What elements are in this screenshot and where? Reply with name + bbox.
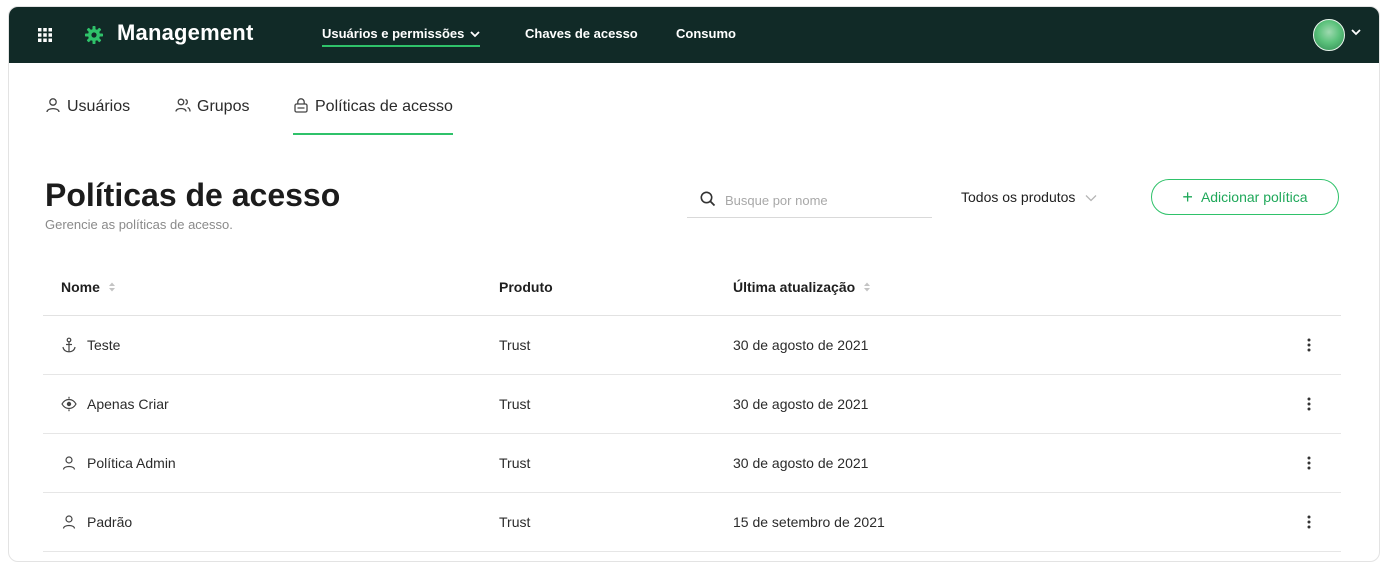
table-row[interactable]: Padrão Trust 15 de setembro de 2021 xyxy=(43,493,1341,552)
updated-date-cell: 15 de setembro de 2021 xyxy=(733,514,885,530)
tab-users-label: Usuários xyxy=(67,98,131,115)
nav-consumption[interactable]: Consumo xyxy=(676,26,736,41)
policies-table: Nome Produto Última atualização Teste Tr… xyxy=(43,257,1341,552)
policy-name-cell: Padrão xyxy=(61,514,132,530)
product-filter-label: Todos os produtos xyxy=(961,189,1076,205)
apps-grid-icon[interactable] xyxy=(37,27,53,43)
column-name-label: Nome xyxy=(61,279,100,295)
anchor-icon xyxy=(62,337,76,353)
table-header: Nome Produto Última atualização xyxy=(43,257,1341,316)
search-field xyxy=(687,183,932,218)
policy-name: Apenas Criar xyxy=(87,396,169,412)
updated-date-cell: 30 de agosto de 2021 xyxy=(733,337,869,353)
top-navigation-bar: Management Usuários e permissões Chaves … xyxy=(9,7,1379,63)
page-title: Políticas de acesso xyxy=(45,177,341,213)
column-header-product: Produto xyxy=(499,279,553,295)
table-row[interactable]: Teste Trust 30 de agosto de 2021 xyxy=(43,316,1341,375)
product-cell: Trust xyxy=(499,337,531,353)
updated-date-cell: 30 de agosto de 2021 xyxy=(733,455,869,471)
product-cell: Trust xyxy=(499,396,531,412)
sort-icon xyxy=(108,282,115,292)
more-options-icon[interactable] xyxy=(1301,454,1317,472)
column-updated-label: Última atualização xyxy=(733,279,856,295)
tab-users[interactable]: Usuários xyxy=(45,97,130,133)
nav-users-permissions[interactable]: Usuários e permissões xyxy=(322,26,481,47)
user-icon xyxy=(62,456,76,470)
product-filter-dropdown[interactable]: Todos os produtos xyxy=(961,189,1097,205)
tab-groups-label: Grupos xyxy=(197,98,250,115)
tab-access-policies[interactable]: Políticas de acesso xyxy=(293,97,453,135)
column-header-name[interactable]: Nome xyxy=(61,279,116,295)
gear-icon xyxy=(85,26,103,44)
app-brand-title: Management xyxy=(117,20,254,45)
table-row[interactable]: Apenas Criar Trust 30 de agosto de 2021 xyxy=(43,375,1341,434)
user-icon xyxy=(46,98,60,113)
product-cell: Trust xyxy=(499,455,531,471)
more-options-icon[interactable] xyxy=(1301,336,1317,354)
sort-icon xyxy=(864,282,871,292)
tab-access-policies-label: Políticas de acesso xyxy=(315,98,453,115)
more-options-icon[interactable] xyxy=(1301,395,1317,413)
nav-users-permissions-label: Usuários e permissões xyxy=(322,26,465,41)
policy-name: Teste xyxy=(87,337,121,353)
lock-icon xyxy=(294,98,308,113)
group-icon xyxy=(175,98,191,112)
policy-name-cell: Política Admin xyxy=(61,455,176,471)
more-options-icon[interactable] xyxy=(1301,513,1317,531)
search-input[interactable] xyxy=(725,189,925,211)
page-subtitle: Gerencie as políticas de acesso. xyxy=(45,217,233,232)
product-cell: Trust xyxy=(499,514,531,530)
policy-name-cell: Teste xyxy=(61,337,120,353)
plus-icon: + xyxy=(1182,187,1193,207)
chevron-down-icon xyxy=(470,31,480,38)
policy-name-cell: Apenas Criar xyxy=(61,396,169,412)
tab-groups[interactable]: Grupos xyxy=(175,97,249,133)
updated-date-cell: 30 de agosto de 2021 xyxy=(733,396,869,412)
nav-access-keys[interactable]: Chaves de acesso xyxy=(525,26,638,41)
user-avatar[interactable] xyxy=(1313,19,1345,51)
policy-name: Padrão xyxy=(87,514,133,530)
column-header-updated[interactable]: Última atualização xyxy=(733,279,871,295)
table-row[interactable]: Política Admin Trust 30 de agosto de 202… xyxy=(43,434,1341,493)
add-policy-label: Adicionar política xyxy=(1200,189,1308,205)
chevron-down-icon[interactable] xyxy=(1351,29,1361,36)
app-window: Management Usuários e permissões Chaves … xyxy=(8,6,1380,562)
search-icon xyxy=(700,191,716,207)
chevron-down-icon xyxy=(1085,195,1097,202)
add-policy-button[interactable]: + Adicionar política xyxy=(1151,179,1339,215)
policy-name: Política Admin xyxy=(87,455,176,471)
user-icon xyxy=(62,515,76,529)
eye-gear-icon xyxy=(61,396,77,412)
